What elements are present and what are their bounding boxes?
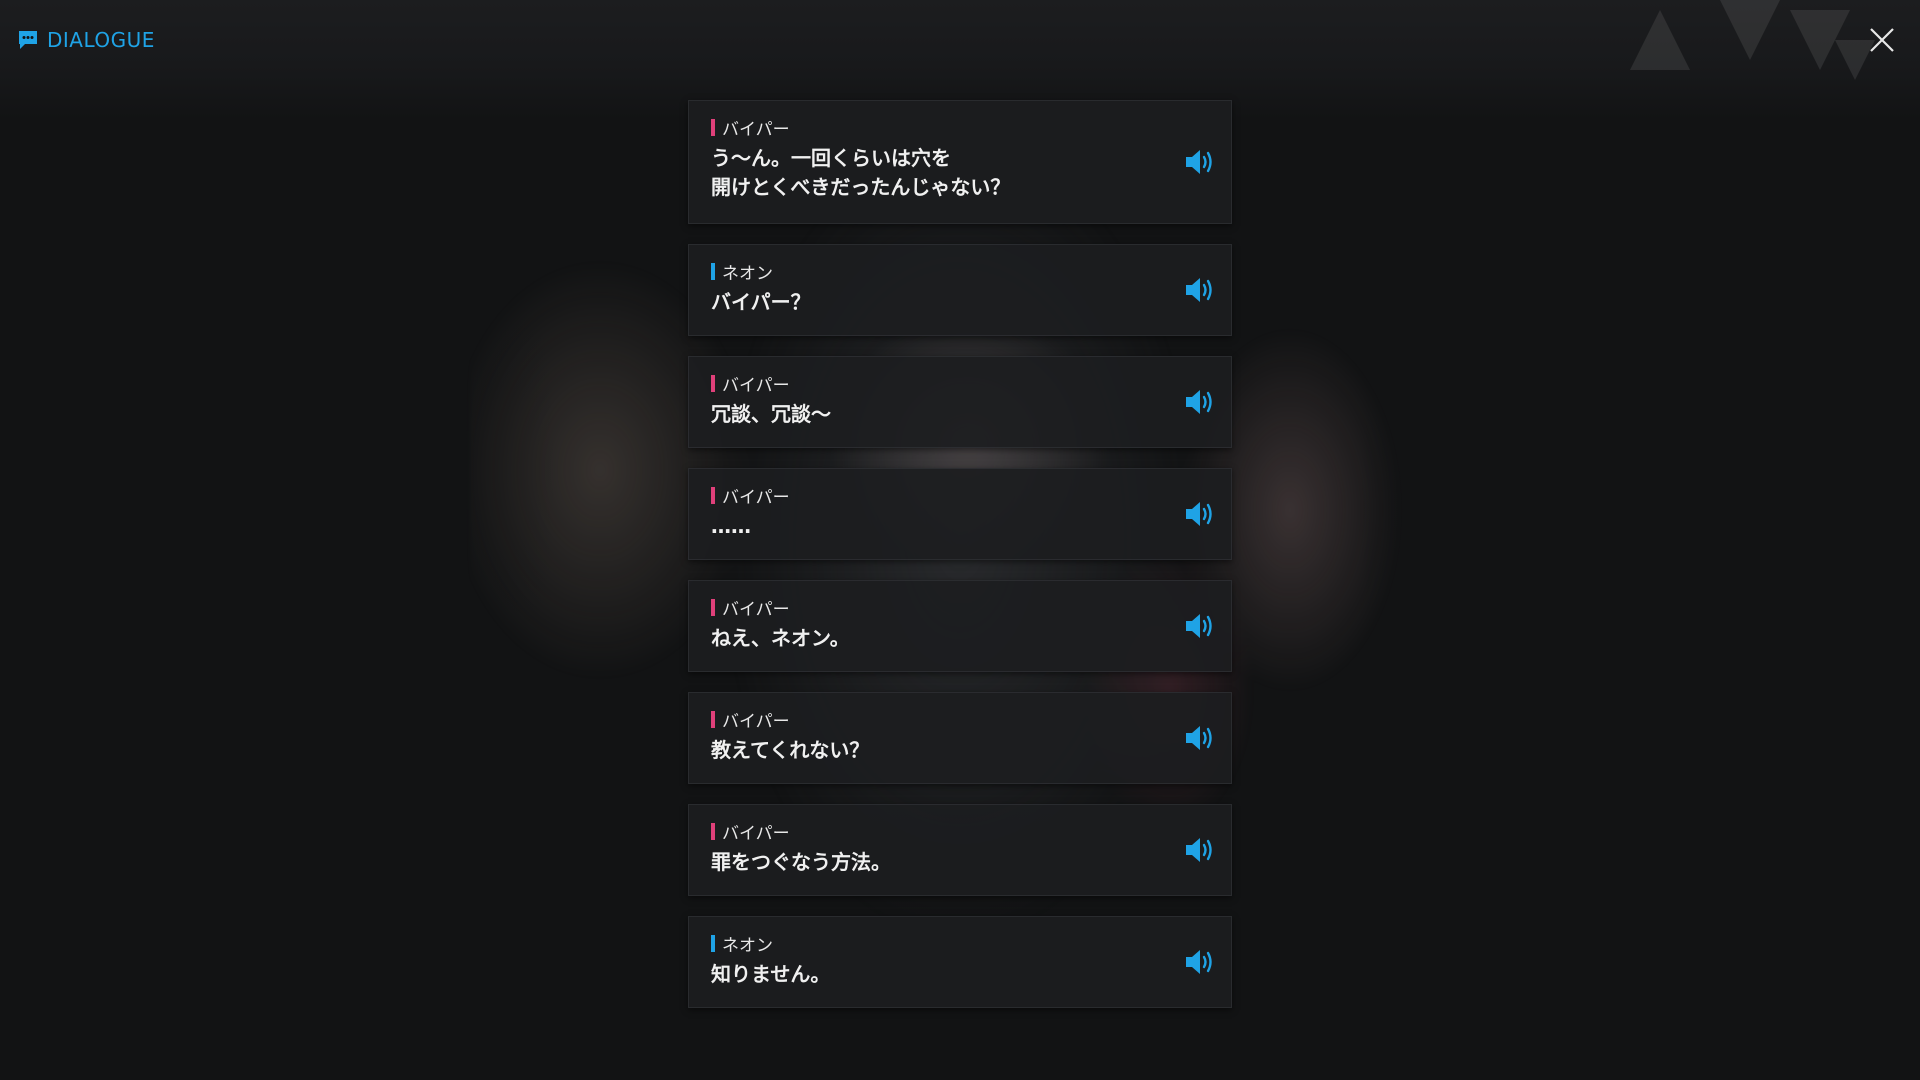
- speaker: バイパー: [711, 485, 1151, 508]
- dialogue-text: ねえ、ネオン。: [711, 626, 850, 650]
- dialogue-entry: バイパー う～ん。一回くらいは穴を 開けとくべきだったんじゃない？: [688, 100, 1232, 224]
- speaker: ネオン: [711, 933, 1151, 956]
- speaker: バイパー: [711, 821, 1151, 844]
- dialogue-entry: ネオン 知りません。: [688, 916, 1232, 1008]
- speaker-color-bar: [711, 486, 715, 504]
- speaker-name: バイパー: [722, 119, 790, 140]
- dialogue-entry: ネオン バイパー？: [688, 244, 1232, 336]
- voice-play-icon[interactable]: [1183, 835, 1219, 865]
- dialogue-text: バイパー？: [711, 290, 811, 314]
- voice-play-icon[interactable]: [1183, 147, 1219, 177]
- speaker-name: バイパー: [722, 711, 790, 732]
- speaker-color-bar: [711, 598, 715, 616]
- speaker-name: バイパー: [722, 823, 790, 844]
- dialogue-entry: バイパー 罪をつぐなう方法。: [688, 804, 1232, 896]
- speaker-color-bar: [711, 262, 715, 280]
- dialogue-entry: バイパー 教えてくれない？: [688, 692, 1232, 784]
- dialogue-text: 知りません。: [711, 962, 831, 986]
- speaker: ネオン: [711, 261, 1151, 284]
- voice-play-icon[interactable]: [1183, 723, 1219, 753]
- speaker-name: ネオン: [722, 263, 773, 284]
- speaker: バイパー: [711, 709, 1151, 732]
- speaker-name: ネオン: [722, 935, 773, 956]
- speaker: バイパー: [711, 117, 1151, 140]
- dialogue-entry: バイパー 冗談、冗談～: [688, 356, 1232, 448]
- voice-play-icon[interactable]: [1183, 611, 1219, 641]
- dialogue-text: 罪をつぐなう方法。: [711, 850, 891, 874]
- speaker-color-bar: [711, 374, 715, 392]
- page-title: DIALOGUE: [47, 28, 155, 52]
- speaker-color-bar: [711, 710, 715, 728]
- speaker-name: バイパー: [722, 599, 790, 620]
- speaker: バイパー: [711, 373, 1151, 396]
- dialogue-text: う～ん。一回くらいは穴を 開けとくべきだったんじゃない？: [711, 146, 1011, 199]
- speaker-name: バイパー: [722, 487, 790, 508]
- dialogue-text: 冗談、冗談～: [711, 402, 831, 426]
- speaker-color-bar: [711, 118, 715, 136]
- voice-play-icon[interactable]: [1183, 275, 1219, 305]
- dialogue-entry: バイパー ……: [688, 468, 1232, 560]
- speaker-color-bar: [711, 934, 715, 952]
- dialogue-header: DIALOGUE: [17, 28, 155, 52]
- dialogue-text: ……: [711, 514, 751, 538]
- dialogue-entry: バイパー ねえ、ネオン。: [688, 580, 1232, 672]
- voice-play-icon[interactable]: [1183, 947, 1219, 977]
- decorative-triangles-icon: [1630, 0, 1875, 80]
- dialogue-log-screen: DIALOGUE バイパー う～ん。一回くらいは穴を 開けとくべきだったんじゃな…: [0, 0, 1920, 1080]
- voice-play-icon[interactable]: [1183, 499, 1219, 529]
- speaker: バイパー: [711, 597, 1151, 620]
- dialogue-list: バイパー う～ん。一回くらいは穴を 開けとくべきだったんじゃない？ ネオン バイ…: [688, 100, 1232, 1028]
- voice-play-icon[interactable]: [1183, 387, 1219, 417]
- dialogue-text: 教えてくれない？: [711, 738, 870, 762]
- chat-bubble-icon: [19, 31, 37, 49]
- speaker-color-bar: [711, 822, 715, 840]
- close-icon[interactable]: [1866, 24, 1898, 56]
- speaker-name: バイパー: [722, 375, 790, 396]
